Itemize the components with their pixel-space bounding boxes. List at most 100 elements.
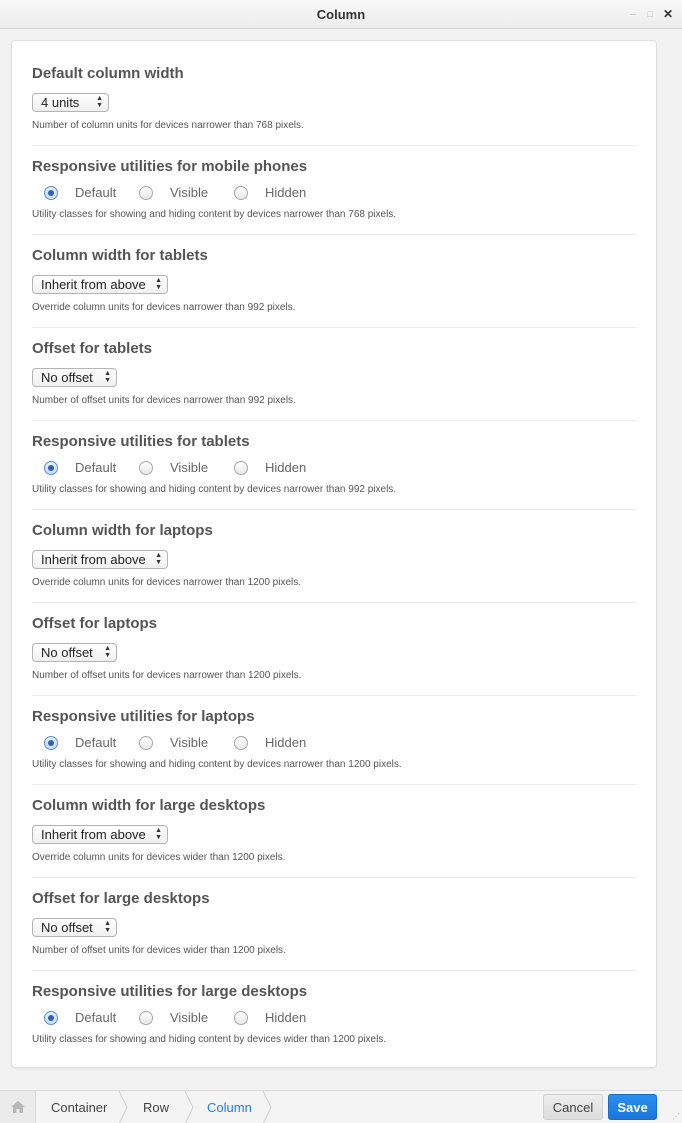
offset-laptops-select[interactable]: No offset ▲ ▼: [32, 643, 117, 662]
save-button[interactable]: Save: [608, 1094, 657, 1120]
maximize-icon[interactable]: □: [648, 0, 653, 29]
help-text: Utility classes for showing and hiding c…: [32, 209, 397, 220]
section-title: Default column width: [32, 65, 184, 82]
help-text: Number of offset units for devices narro…: [32, 395, 296, 406]
select-value: No offset: [41, 370, 93, 385]
home-button[interactable]: [0, 1091, 36, 1123]
title-bar: Column – □ ✕: [0, 0, 682, 29]
section-title: Offset for tablets: [32, 340, 153, 357]
select-arrows-icon: ▲ ▼: [104, 370, 111, 384]
resize-grip-icon[interactable]: ⋰: [672, 1112, 680, 1121]
breadcrumb-separator-icon: [262, 1091, 272, 1123]
help-text: Override column units for devices narrow…: [32, 577, 302, 588]
radio-label-visible[interactable]: Visible: [170, 1010, 208, 1025]
radio-visible[interactable]: [139, 1011, 153, 1025]
column-width-tablets-select[interactable]: Inherit from above ▲ ▼: [32, 275, 168, 294]
radio-group-large-desktops: Default Visible Hidden: [32, 1009, 432, 1027]
select-arrows-icon: ▲ ▼: [155, 277, 162, 291]
help-text: Override column units for devices wider …: [32, 852, 286, 863]
minimize-icon[interactable]: –: [630, 0, 636, 29]
close-icon[interactable]: ✕: [663, 0, 673, 29]
section-title: Column width for large desktops: [32, 797, 266, 814]
select-value: 4 units: [41, 95, 80, 110]
section-title: Column width for laptops: [32, 522, 213, 539]
section-column-width-large-desktops: Column width for large desktops Inherit …: [32, 785, 637, 878]
radio-label-default[interactable]: Default: [75, 460, 116, 475]
select-arrows-icon: ▲ ▼: [104, 920, 111, 934]
select-arrows-icon: ▲ ▼: [155, 827, 162, 841]
breadcrumb-separator-icon: [118, 1091, 128, 1123]
section-large-desktop-utilities: Responsive utilities for large desktops …: [32, 971, 637, 1060]
radio-label-hidden[interactable]: Hidden: [265, 1010, 306, 1025]
select-value: Inherit from above: [41, 552, 146, 567]
select-arrows-icon: ▲ ▼: [96, 95, 103, 109]
section-title: Responsive utilities for mobile phones: [32, 158, 308, 175]
help-text: Number of column units for devices narro…: [32, 120, 304, 131]
radio-label-visible[interactable]: Visible: [170, 460, 208, 475]
bottom-bar: Container Row Column Cancel Save ⋰: [0, 1090, 682, 1123]
radio-default[interactable]: [44, 736, 58, 750]
help-text: Utility classes for showing and hiding c…: [32, 484, 397, 495]
help-text: Number of offset units for devices wider…: [32, 945, 286, 956]
select-value: Inherit from above: [41, 827, 146, 842]
radio-label-hidden[interactable]: Hidden: [265, 185, 306, 200]
window-title: Column: [316, 7, 366, 22]
radio-label-visible[interactable]: Visible: [170, 735, 208, 750]
radio-hidden[interactable]: [234, 461, 248, 475]
breadcrumb-column[interactable]: Column: [207, 1091, 252, 1123]
section-laptop-utilities: Responsive utilities for laptops Default…: [32, 696, 637, 785]
radio-label-default[interactable]: Default: [75, 185, 116, 200]
section-title: Column width for tablets: [32, 247, 208, 264]
help-text: Override column units for devices narrow…: [32, 302, 296, 313]
offset-tablets-select[interactable]: No offset ▲ ▼: [32, 368, 117, 387]
section-column-width-tablets: Column width for tablets Inherit from ab…: [32, 235, 637, 328]
radio-label-default[interactable]: Default: [75, 1010, 116, 1025]
section-offset-laptops: Offset for laptops No offset ▲ ▼ Number o…: [32, 603, 637, 696]
radio-hidden[interactable]: [234, 186, 248, 200]
select-value: No offset: [41, 920, 93, 935]
home-icon: [11, 1101, 25, 1113]
section-title: Responsive utilities for tablets: [32, 433, 250, 450]
section-offset-tablets: Offset for tablets No offset ▲ ▼ Number o…: [32, 328, 637, 421]
section-title: Responsive utilities for laptops: [32, 708, 255, 725]
radio-visible[interactable]: [139, 186, 153, 200]
section-mobile-utilities: Responsive utilities for mobile phones D…: [32, 146, 637, 235]
radio-visible[interactable]: [139, 736, 153, 750]
radio-label-hidden[interactable]: Hidden: [265, 460, 306, 475]
select-arrows-icon: ▲ ▼: [155, 552, 162, 566]
breadcrumb-row[interactable]: Row: [143, 1091, 169, 1123]
column-width-laptops-select[interactable]: Inherit from above ▲ ▼: [32, 550, 168, 569]
radio-default[interactable]: [44, 461, 58, 475]
cancel-button[interactable]: Cancel: [543, 1094, 603, 1120]
section-offset-large-desktops: Offset for large desktops No offset ▲ ▼ N…: [32, 878, 637, 971]
radio-default[interactable]: [44, 186, 58, 200]
radio-hidden[interactable]: [234, 736, 248, 750]
breadcrumb-container[interactable]: Container: [51, 1091, 107, 1123]
radio-default[interactable]: [44, 1011, 58, 1025]
help-text: Utility classes for showing and hiding c…: [32, 759, 402, 770]
radio-label-hidden[interactable]: Hidden: [265, 735, 306, 750]
section-title: Offset for large desktops: [32, 890, 210, 907]
radio-group-tablets: Default Visible Hidden: [32, 459, 432, 477]
section-column-width-laptops: Column width for laptops Inherit from ab…: [32, 510, 637, 603]
radio-group-laptops: Default Visible Hidden: [32, 734, 432, 752]
column-width-select[interactable]: 4 units ▲ ▼: [32, 93, 109, 112]
radio-label-default[interactable]: Default: [75, 735, 116, 750]
section-title: Offset for laptops: [32, 615, 158, 632]
column-width-large-desktops-select[interactable]: Inherit from above ▲ ▼: [32, 825, 168, 844]
select-value: Inherit from above: [41, 277, 146, 292]
section-tablet-utilities: Responsive utilities for tablets Default…: [32, 421, 637, 510]
help-text: Number of offset units for devices narro…: [32, 670, 302, 681]
radio-group-mobile: Default Visible Hidden: [32, 184, 432, 202]
select-arrows-icon: ▲ ▼: [104, 645, 111, 659]
radio-hidden[interactable]: [234, 1011, 248, 1025]
settings-panel: Default column width 4 units ▲ ▼ Number o…: [11, 40, 657, 1068]
breadcrumb-separator-icon: [184, 1091, 194, 1123]
select-value: No offset: [41, 645, 93, 660]
radio-visible[interactable]: [139, 461, 153, 475]
radio-label-visible[interactable]: Visible: [170, 185, 208, 200]
section-default-column-width: Default column width 4 units ▲ ▼ Number o…: [32, 41, 637, 146]
section-title: Responsive utilities for large desktops: [32, 983, 308, 1000]
offset-large-desktops-select[interactable]: No offset ▲ ▼: [32, 918, 117, 937]
help-text: Utility classes for showing and hiding c…: [32, 1034, 387, 1045]
